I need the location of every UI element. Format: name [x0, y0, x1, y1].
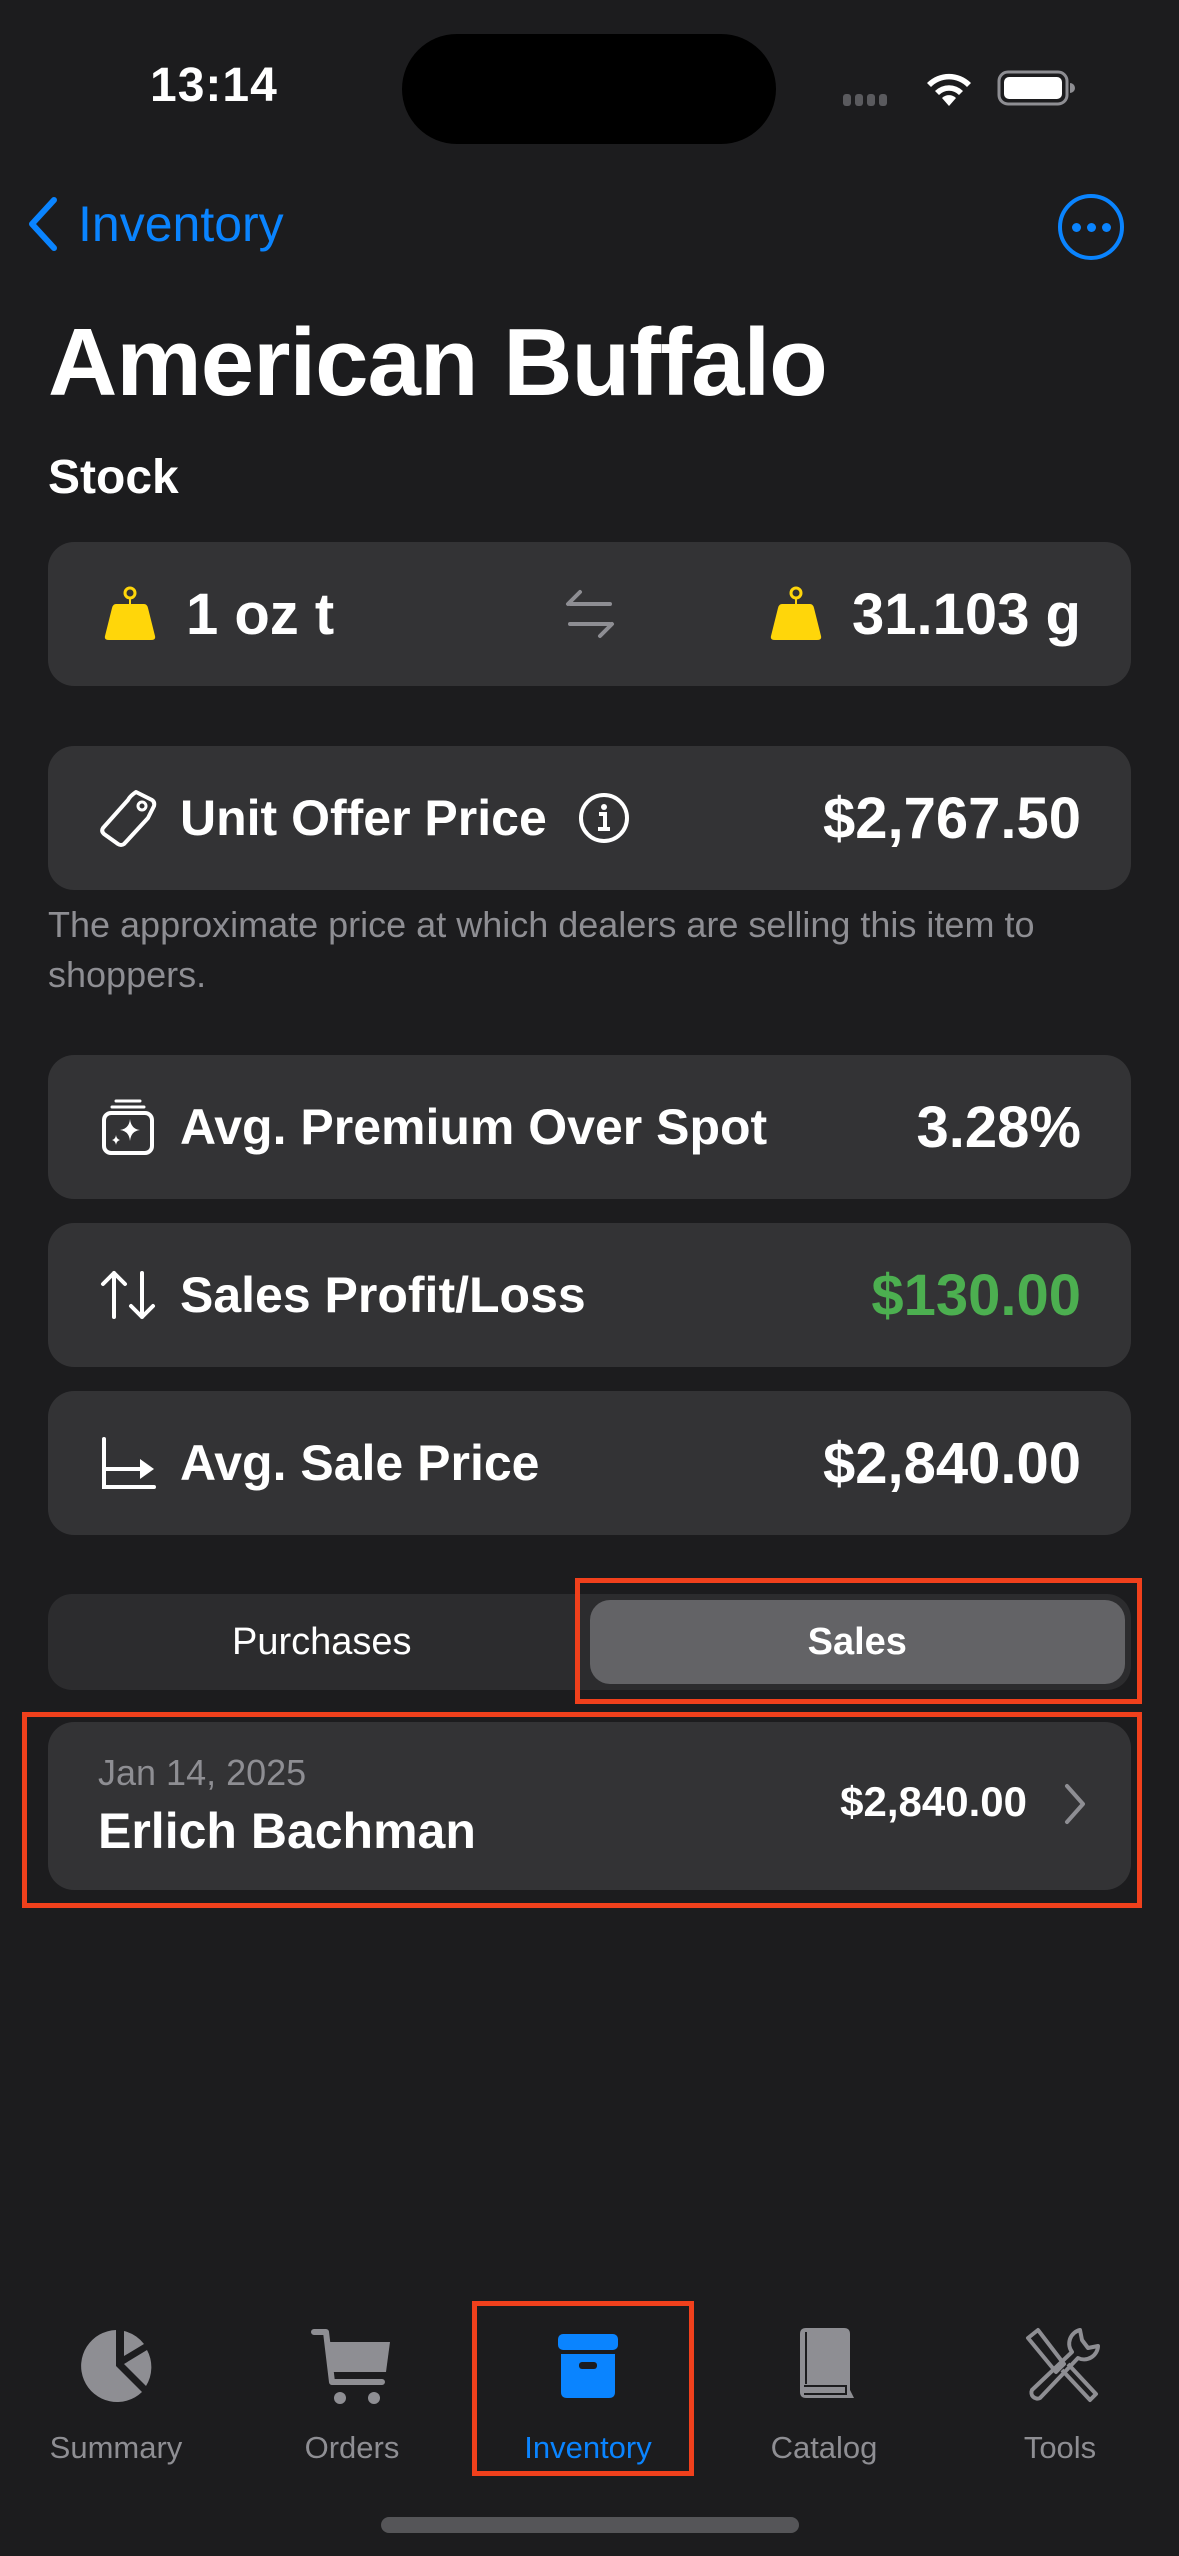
segment-sales[interactable]: Sales [589, 1600, 1125, 1684]
swap-arrows-icon[interactable] [560, 584, 620, 644]
cart-icon [311, 2329, 390, 2404]
avg-premium-card: Avg. Premium Over Spot 3.28% [48, 1055, 1131, 1199]
home-indicator[interactable] [381, 2517, 799, 2533]
avg-sale-price-label: Avg. Sale Price [180, 1435, 540, 1491]
weight-grams: 31.103 g [766, 581, 1081, 648]
wrench-screwdriver-icon [1026, 2328, 1100, 2402]
purchases-sales-segmented-control: Purchases Sales [48, 1594, 1131, 1690]
status-time: 13:14 [150, 59, 278, 112]
tag-icon [100, 790, 157, 847]
list-item[interactable]: Jan 14, 2025 Erlich Bachman $2,840.00 [48, 1722, 1131, 1890]
avg-premium-label: Avg. Premium Over Spot [180, 1099, 768, 1155]
arrow-up-down-icon [101, 1271, 155, 1319]
back-button-label: Inventory [78, 196, 284, 252]
chart-axis-arrow-icon [102, 1437, 156, 1489]
tab-summary[interactable]: Summary [6, 2324, 226, 2466]
sales-profit-loss-value: $130.00 [871, 1262, 1081, 1328]
tab-inventory-label: Inventory [524, 2430, 652, 2465]
sale-date: Jan 14, 2025 [98, 1752, 307, 1793]
offer-value: $2,767.50 [822, 785, 1081, 851]
tab-inventory[interactable]: Inventory [478, 2324, 698, 2466]
scalemass-icon [770, 586, 822, 640]
battery-icon [997, 70, 1075, 106]
pie-chart-icon [81, 2330, 152, 2402]
chevron-left-icon [29, 197, 57, 251]
tab-summary-label: Summary [49, 2430, 183, 2465]
sale-amount: $2,840.00 [840, 1778, 1027, 1825]
ellipsis-icon [1071, 222, 1081, 232]
weight-conversion-card: 1 oz t 31.103 g [48, 542, 1131, 686]
dynamic-island [402, 34, 776, 144]
more-options-button[interactable] [1058, 194, 1124, 260]
book-icon [800, 2328, 854, 2398]
archive-box-icon [558, 2334, 618, 2398]
tab-orders[interactable]: Orders [242, 2324, 462, 2466]
tab-orders-label: Orders [304, 2430, 400, 2465]
chevron-right-icon [1065, 1784, 1085, 1824]
wifi-icon [927, 73, 971, 106]
status-bar: 13:14 [0, 0, 1179, 150]
back-button[interactable]: Inventory [24, 194, 284, 254]
weight-right-value: 31.103 g [852, 581, 1081, 647]
avg-sale-price-value: $2,840.00 [822, 1430, 1081, 1496]
sales-profit-loss-label: Sales Profit/Loss [180, 1267, 586, 1323]
tab-tools-label: Tools [1023, 2430, 1097, 2465]
tab-tools[interactable]: Tools [950, 2324, 1170, 2466]
sales-profit-loss-card: Sales Profit/Loss $130.00 [48, 1223, 1131, 1367]
offer-footnote: The approximate price at which dealers a… [48, 904, 1035, 995]
premium-sparkle-icon [102, 1099, 154, 1155]
avg-sale-price-card: Avg. Sale Price $2,840.00 [48, 1391, 1131, 1535]
tab-bar: Summary Orders Inventory Catalog Tools [0, 2310, 1179, 2510]
segment-purchases[interactable]: Purchases [54, 1600, 590, 1684]
offer-label: Unit Offer Price [180, 790, 547, 846]
page-title: American Buffalo [48, 309, 828, 416]
tab-catalog[interactable]: Catalog [714, 2324, 934, 2466]
info-circle-icon[interactable] [577, 791, 631, 845]
avg-premium-value: 3.28% [916, 1094, 1081, 1160]
cellular-signal-icon [843, 94, 887, 106]
unit-offer-price-card: Unit Offer Price $2,767.50 [48, 746, 1131, 890]
weight-troy-ounce: 1 oz t [100, 581, 334, 648]
tab-catalog-label: Catalog [770, 2430, 878, 2465]
weight-left-value: 1 oz t [186, 581, 335, 647]
sale-buyer-name: Erlich Bachman [98, 1803, 476, 1859]
scalemass-icon [104, 586, 156, 640]
section-label-stock: Stock [48, 451, 179, 504]
